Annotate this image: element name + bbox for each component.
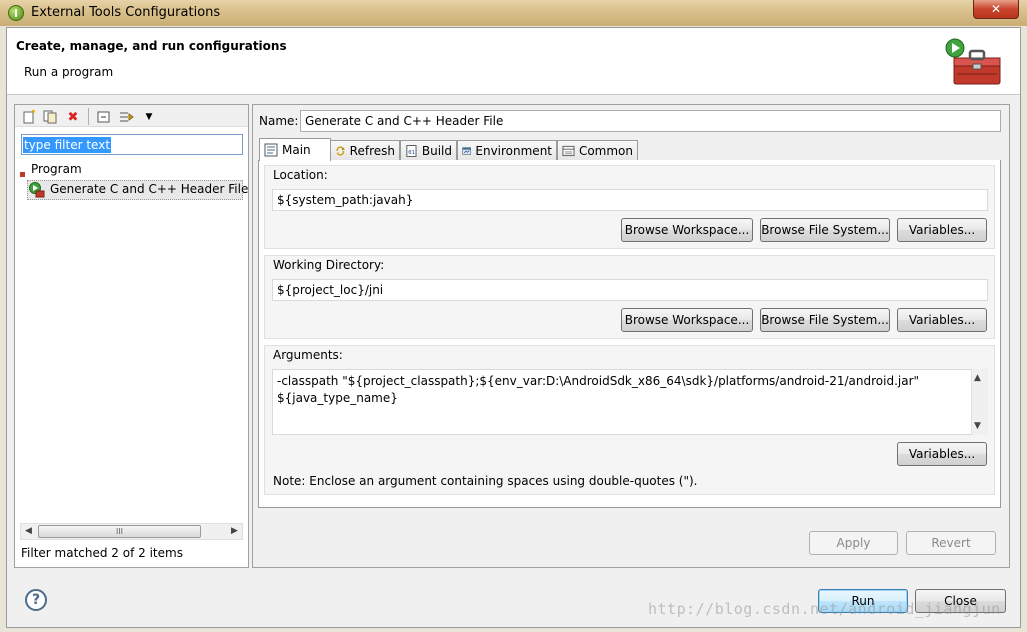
scroll-left-icon[interactable]: ◀ bbox=[25, 526, 32, 536]
working-directory-label: Working Directory: bbox=[273, 258, 385, 272]
scrollbar-thumb[interactable]: III bbox=[38, 525, 201, 538]
filter-status-text: Filter matched 2 of 2 items bbox=[21, 546, 183, 560]
dialog-header-title: Create, manage, and run configurations bbox=[16, 39, 287, 53]
tree-item-label[interactable]: Generate C and C++ Header File bbox=[50, 182, 248, 196]
tab-refresh[interactable]: Refresh bbox=[330, 140, 400, 160]
location-browse-file-system-button[interactable]: Browse File System... bbox=[760, 218, 890, 242]
name-field[interactable]: Generate C and C++ Header File bbox=[300, 110, 1001, 132]
location-label: Location: bbox=[273, 168, 328, 182]
scroll-down-icon[interactable]: ▼ bbox=[974, 421, 981, 431]
dialog-header-subtitle: Run a program bbox=[24, 65, 114, 79]
tab-main-label: Main bbox=[282, 143, 311, 157]
build-icon: 01 bbox=[406, 144, 417, 157]
tab-common-label: Common bbox=[578, 143, 633, 158]
scroll-up-icon[interactable]: ▲ bbox=[974, 373, 981, 383]
window-title: External Tools Configurations bbox=[31, 5, 221, 20]
working-directory-field[interactable]: ${project_loc}/jni bbox=[272, 279, 988, 301]
window-close-button[interactable]: ✕ bbox=[973, 0, 1019, 19]
tab-main[interactable]: Main bbox=[259, 138, 331, 161]
scroll-right-icon[interactable]: ▶ bbox=[231, 526, 238, 536]
common-icon bbox=[562, 145, 575, 156]
dropdown-arrow-icon[interactable]: ▼ bbox=[140, 108, 158, 126]
arguments-variables-button[interactable]: Variables... bbox=[897, 442, 987, 466]
working-directory-browse-file-system-button[interactable]: Browse File System... bbox=[760, 308, 890, 332]
collapse-all-icon[interactable] bbox=[95, 108, 113, 126]
arguments-textarea[interactable]: -classpath "${project_classpath};${env_v… bbox=[272, 369, 972, 435]
refresh-icon bbox=[336, 145, 345, 156]
toolbar-separator bbox=[88, 108, 89, 125]
location-field[interactable]: ${system_path:javah} bbox=[272, 189, 988, 211]
filter-icon[interactable] bbox=[118, 108, 136, 126]
delete-icon[interactable]: ✖ bbox=[64, 108, 82, 126]
filter-input-selected-text[interactable]: type filter text bbox=[23, 137, 112, 153]
apply-button[interactable]: Apply bbox=[809, 531, 898, 555]
eclipse-app-icon bbox=[8, 5, 24, 21]
arguments-label: Arguments: bbox=[273, 348, 343, 362]
toolbox-run-icon bbox=[945, 38, 1001, 85]
svg-text:01: 01 bbox=[408, 149, 415, 155]
environment-icon bbox=[462, 146, 472, 155]
location-browse-workspace-button[interactable]: Browse Workspace... bbox=[621, 218, 753, 242]
help-icon[interactable]: ? bbox=[25, 589, 47, 611]
new-config-icon[interactable] bbox=[20, 108, 38, 126]
arguments-note: Note: Enclose an argument containing spa… bbox=[273, 474, 698, 488]
program-category-icon bbox=[19, 162, 29, 181]
working-directory-variables-button[interactable]: Variables... bbox=[897, 308, 987, 332]
tab-refresh-label: Refresh bbox=[349, 143, 395, 158]
location-variables-button[interactable]: Variables... bbox=[897, 218, 987, 242]
tab-common[interactable]: Common bbox=[557, 140, 638, 160]
tab-environment-label: Environment bbox=[475, 143, 552, 158]
revert-button[interactable]: Revert bbox=[906, 531, 996, 555]
duplicate-icon[interactable] bbox=[41, 108, 59, 126]
external-tool-run-icon bbox=[29, 182, 45, 198]
tab-environment[interactable]: Environment bbox=[457, 140, 557, 160]
name-label: Name: bbox=[259, 114, 299, 128]
working-directory-browse-workspace-button[interactable]: Browse Workspace... bbox=[621, 308, 753, 332]
watermark: http://blog.csdn.net/android_jiangjun bbox=[648, 600, 1001, 618]
tab-build[interactable]: 01 Build bbox=[400, 140, 457, 160]
tree-category-program[interactable]: Program bbox=[31, 162, 82, 176]
main-tab-icon bbox=[264, 143, 278, 157]
tab-build-label: Build bbox=[421, 143, 452, 158]
